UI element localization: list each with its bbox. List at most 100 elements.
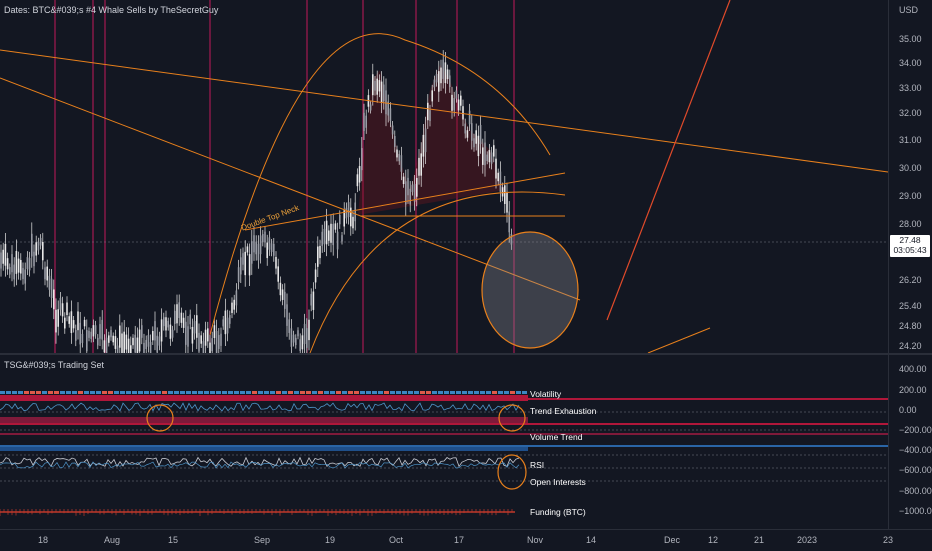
- candle-body: [455, 90, 458, 99]
- candle-body: [202, 341, 205, 353]
- volatility-tick: [336, 391, 341, 394]
- candle-body: [435, 73, 438, 83]
- candle-body: [350, 207, 352, 227]
- candle-body: [262, 234, 264, 243]
- candle-body: [61, 303, 64, 317]
- candle-body: [141, 325, 143, 338]
- candle-body: [20, 259, 22, 274]
- current-price-tag: 27.48 03:05:43: [890, 235, 930, 257]
- osc-tick-label: −200.00: [899, 425, 932, 435]
- volatility-tick: [438, 391, 443, 394]
- steep-line: [606, 0, 731, 321]
- candle-body: [383, 84, 385, 102]
- volatility-tick: [306, 391, 311, 394]
- candle-body: [46, 266, 48, 281]
- candle-body: [284, 291, 286, 309]
- candle-body: [365, 115, 367, 128]
- volatility-tick: [408, 391, 413, 394]
- candle-body: [273, 243, 275, 256]
- candle-body: [402, 176, 405, 185]
- volatility-tick: [192, 391, 197, 394]
- candle-body: [59, 297, 62, 310]
- time-tick-label: 14: [586, 535, 597, 545]
- time-axis[interactable]: 18 Aug 15 Sep 19 Oct 17 Nov 14 Dec 12 21 2023 23: [0, 529, 932, 551]
- candle-body: [224, 310, 227, 335]
- candle-body: [35, 242, 37, 256]
- candle-body: [314, 269, 317, 283]
- candle-body: [48, 275, 51, 290]
- candle-body: [264, 231, 266, 243]
- candle-body: [493, 145, 495, 157]
- volatility-tick: [342, 391, 347, 394]
- time-tick-label: Sep: [254, 535, 271, 545]
- candle-body: [490, 152, 493, 164]
- price-chart-svg[interactable]: [0, 0, 888, 353]
- price-chart-pane[interactable]: Dates: BTC&#039;s #4 Whale Sells by TheS…: [0, 0, 888, 353]
- candle-body: [281, 289, 284, 300]
- volatility-tick: [246, 391, 251, 394]
- volatility-tick: [0, 391, 5, 394]
- volatility-tick: [468, 391, 473, 394]
- volatility-tick: [378, 391, 383, 394]
- candle-body: [0, 252, 2, 269]
- candle-body: [394, 136, 396, 147]
- candle-body: [33, 251, 35, 267]
- current-price-value: 27.48: [899, 235, 921, 245]
- candle-body: [504, 185, 506, 204]
- candle-body: [369, 104, 372, 111]
- legend-trend-exhaustion: Trend Exhaustion: [530, 406, 597, 416]
- price-axis[interactable]: USD 35.00 34.00 33.00 32.00 31.00 30.00 29.00 2…: [888, 0, 932, 529]
- volatility-tick: [492, 391, 497, 394]
- candle-body: [180, 312, 183, 323]
- candle-body: [396, 149, 398, 158]
- candle-body: [94, 325, 97, 335]
- volatility-tick: [30, 391, 35, 394]
- trend-exhaustion-series: [0, 402, 520, 412]
- volatility-tick: [18, 391, 23, 394]
- volatility-tick: [126, 391, 131, 394]
- volatility-tick: [234, 391, 239, 394]
- candle-body: [26, 257, 29, 270]
- candle-body: [15, 250, 18, 274]
- candle-body: [176, 304, 178, 324]
- candle-body: [413, 183, 416, 202]
- chart-title: Dates: BTC&#039;s #4 Whale Sells by TheS…: [4, 5, 219, 15]
- candle-body: [6, 258, 9, 270]
- osc-tick-label: −800.00: [899, 486, 932, 496]
- osc-tick-label: 400.00: [899, 364, 927, 374]
- candle-body: [116, 345, 119, 353]
- volume-trend-line: [0, 445, 888, 447]
- volatility-tick: [90, 391, 95, 394]
- candle-body: [378, 80, 381, 92]
- candle-body: [363, 112, 365, 131]
- candle-body: [213, 325, 216, 339]
- volatility-tick: [108, 391, 113, 394]
- volatility-tick: [420, 391, 425, 394]
- volatility-tick: [486, 391, 491, 394]
- candle-body: [132, 337, 134, 346]
- volatility-tick: [84, 391, 89, 394]
- volatility-tick: [78, 391, 83, 394]
- osc-tick-label: 200.00: [899, 385, 927, 395]
- candle-body: [53, 289, 55, 310]
- candle-body: [328, 230, 330, 241]
- volatility-tick: [210, 391, 215, 394]
- volatility-tick: [198, 391, 203, 394]
- time-tick-label: Aug: [104, 535, 121, 545]
- volatility-tick: [366, 391, 371, 394]
- candle-body: [165, 317, 167, 331]
- rsi-highlight-circle: [497, 454, 527, 490]
- candle-body: [462, 106, 464, 120]
- price-tick-label: 33.00: [899, 83, 922, 93]
- candle-body: [479, 124, 482, 145]
- candle-body: [138, 329, 141, 352]
- oscillator-pane[interactable]: Volatility Trend Exhaustion Volume Trend…: [0, 355, 888, 529]
- volatility-tick: [294, 391, 299, 394]
- candle-body: [22, 268, 24, 280]
- time-tick-label: Nov: [527, 535, 544, 545]
- candle-body: [13, 264, 15, 280]
- candle-body: [477, 135, 480, 157]
- volatility-tick: [456, 391, 461, 394]
- oscillator-svg[interactable]: [0, 355, 888, 529]
- candle-body: [77, 311, 79, 331]
